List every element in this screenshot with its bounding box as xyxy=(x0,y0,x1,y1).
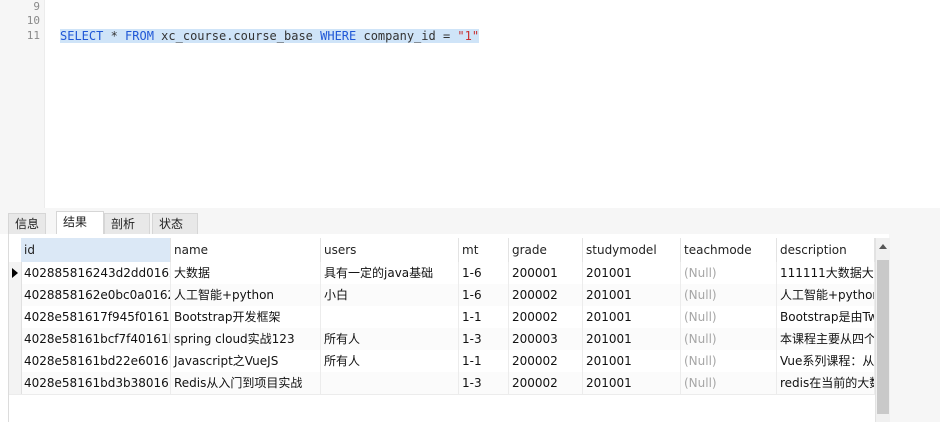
tab-info[interactable]: 信息 xyxy=(8,213,46,234)
sql-keyword-select: SELECT xyxy=(60,29,104,43)
cell-studymodel[interactable]: 201001 xyxy=(583,284,681,306)
column-header-description[interactable]: description xyxy=(777,238,875,262)
cell-studymodel[interactable]: 201001 xyxy=(583,350,681,372)
cell-users[interactable]: 具有一定的java基础 xyxy=(321,262,459,284)
sql-keyword-where: WHERE xyxy=(320,29,357,43)
sql-keyword-from: FROM xyxy=(125,29,154,43)
scrollbar-thumb[interactable] xyxy=(877,260,889,414)
line-number: 10 xyxy=(26,14,40,27)
grid-header: id name users mt grade studymodel teachm… xyxy=(9,238,875,263)
cell-users[interactable]: 小白 xyxy=(321,284,459,306)
cell-name[interactable]: 人工智能+python xyxy=(171,284,321,306)
table-row[interactable]: 402885816243d2dd01624 大数据 具有一定的java基础 1-6 20… xyxy=(9,262,875,285)
column-header-name[interactable]: name xyxy=(171,238,321,262)
cell-name[interactable]: Redis从入门到项目实战 xyxy=(171,372,321,394)
cell-grade[interactable]: 200001 xyxy=(509,262,583,284)
result-grid[interactable]: id name users mt grade studymodel teachm… xyxy=(8,234,890,422)
cell-grade[interactable]: 200002 xyxy=(509,306,583,328)
cell-name[interactable]: spring cloud实战123 xyxy=(171,328,321,350)
tab-profile[interactable]: 剖析 xyxy=(104,213,150,234)
cell-teachmode[interactable]: (Null) xyxy=(681,350,777,372)
column-header-id[interactable]: id xyxy=(21,238,171,262)
cell-description[interactable]: Bootstrap是由Tw xyxy=(777,306,875,328)
cell-studymodel[interactable]: 201001 xyxy=(583,372,681,394)
sql-string-value: "1" xyxy=(457,29,480,43)
current-row-arrow-icon xyxy=(12,268,18,278)
cell-teachmode[interactable]: (Null) xyxy=(681,372,777,394)
cell-grade[interactable]: 200002 xyxy=(509,372,583,394)
table-row[interactable]: 4028e58161bd3b380161b Redis从入门到项目实战 1-3 200… xyxy=(9,372,875,395)
table-row[interactable]: 4028e581617f945f01617f Bootstrap开发框架 1-1 20… xyxy=(9,306,875,329)
result-tabbar: 信息 结果 1 剖析 状态 xyxy=(0,208,940,249)
cell-mt[interactable]: 1-6 xyxy=(459,284,509,306)
cell-description[interactable]: 本课程主要从四个 xyxy=(777,328,875,350)
column-header-users[interactable]: users xyxy=(321,238,459,262)
cell-mt[interactable]: 1-6 xyxy=(459,262,509,284)
tab-result-1[interactable]: 结果 1 xyxy=(56,211,104,249)
cell-name[interactable]: 大数据 xyxy=(171,262,321,284)
cell-name[interactable]: Bootstrap开发框架 xyxy=(171,306,321,328)
cell-studymodel[interactable]: 201001 xyxy=(583,262,681,284)
cell-teachmode[interactable]: (Null) xyxy=(681,284,777,306)
table-row[interactable]: 4028858162e0bc0a0162e 人工智能+python 小白 1-6 200… xyxy=(9,284,875,307)
cell-id[interactable]: 4028e581617f945f01617f xyxy=(21,306,171,328)
cell-teachmode[interactable]: (Null) xyxy=(681,328,777,350)
cell-users[interactable]: 所有人 xyxy=(321,350,459,372)
sql-star: * xyxy=(103,29,126,43)
scroll-up-arrow-icon[interactable] xyxy=(879,244,887,249)
line-number: 9 xyxy=(33,0,40,13)
result-grid-panel: id name users mt grade studymodel teachm… xyxy=(8,234,940,422)
cell-id[interactable]: 4028e58161bd3b380161b xyxy=(21,372,171,394)
cell-mt[interactable]: 1-3 xyxy=(459,328,509,350)
cell-users[interactable]: 所有人 xyxy=(321,328,459,350)
table-row[interactable]: 4028e58161bd22e60161b Javascript之VueJS 所有人… xyxy=(9,350,875,373)
cell-id[interactable]: 4028e58161bcf7f40161bc xyxy=(21,328,171,350)
sql-statement[interactable]: SELECT * FROM xc_course.course_base WHER… xyxy=(60,28,480,44)
cell-users[interactable] xyxy=(321,306,459,328)
cell-grade[interactable]: 200002 xyxy=(509,350,583,372)
cell-description[interactable]: 111111大数据大数 xyxy=(777,262,875,284)
sql-table-name: xc_course.course_base xyxy=(153,29,321,43)
sql-editor[interactable]: 9 10 11 SELECT * FROM xc_course.course_b… xyxy=(0,0,940,208)
cell-description[interactable]: 人工智能+python xyxy=(777,284,875,306)
cell-id[interactable]: 4028e58161bd22e60161b xyxy=(21,350,171,372)
cell-studymodel[interactable]: 201001 xyxy=(583,328,681,350)
line-number: 11 xyxy=(26,29,40,42)
table-row[interactable]: 4028e58161bcf7f40161bc spring cloud实战123 所… xyxy=(9,328,875,351)
cell-description[interactable]: Vue系列课程：从 xyxy=(777,350,875,372)
vertical-scrollbar[interactable] xyxy=(875,238,890,422)
sql-condition: company_id = xyxy=(356,29,458,43)
column-header-studymodel[interactable]: studymodel xyxy=(583,238,681,262)
cell-teachmode[interactable]: (Null) xyxy=(681,262,777,284)
column-header-teachmode[interactable]: teachmode xyxy=(681,238,777,262)
column-header-grade[interactable]: grade xyxy=(509,238,583,262)
cell-grade[interactable]: 200003 xyxy=(509,328,583,350)
line-number-gutter: 9 10 11 xyxy=(0,0,45,208)
cell-name[interactable]: Javascript之VueJS xyxy=(171,350,321,372)
cell-grade[interactable]: 200002 xyxy=(509,284,583,306)
cell-teachmode[interactable]: (Null) xyxy=(681,306,777,328)
cell-id[interactable]: 4028858162e0bc0a0162e xyxy=(21,284,171,306)
cell-id[interactable]: 402885816243d2dd01624 xyxy=(21,262,171,284)
cell-users[interactable] xyxy=(321,372,459,394)
cell-mt[interactable]: 1-1 xyxy=(459,350,509,372)
column-header-mt[interactable]: mt xyxy=(459,238,509,262)
cell-mt[interactable]: 1-3 xyxy=(459,372,509,394)
cell-mt[interactable]: 1-1 xyxy=(459,306,509,328)
cell-description[interactable]: redis在当前的大数 xyxy=(777,372,875,394)
cell-studymodel[interactable]: 201001 xyxy=(583,306,681,328)
tab-status[interactable]: 状态 xyxy=(152,213,198,234)
